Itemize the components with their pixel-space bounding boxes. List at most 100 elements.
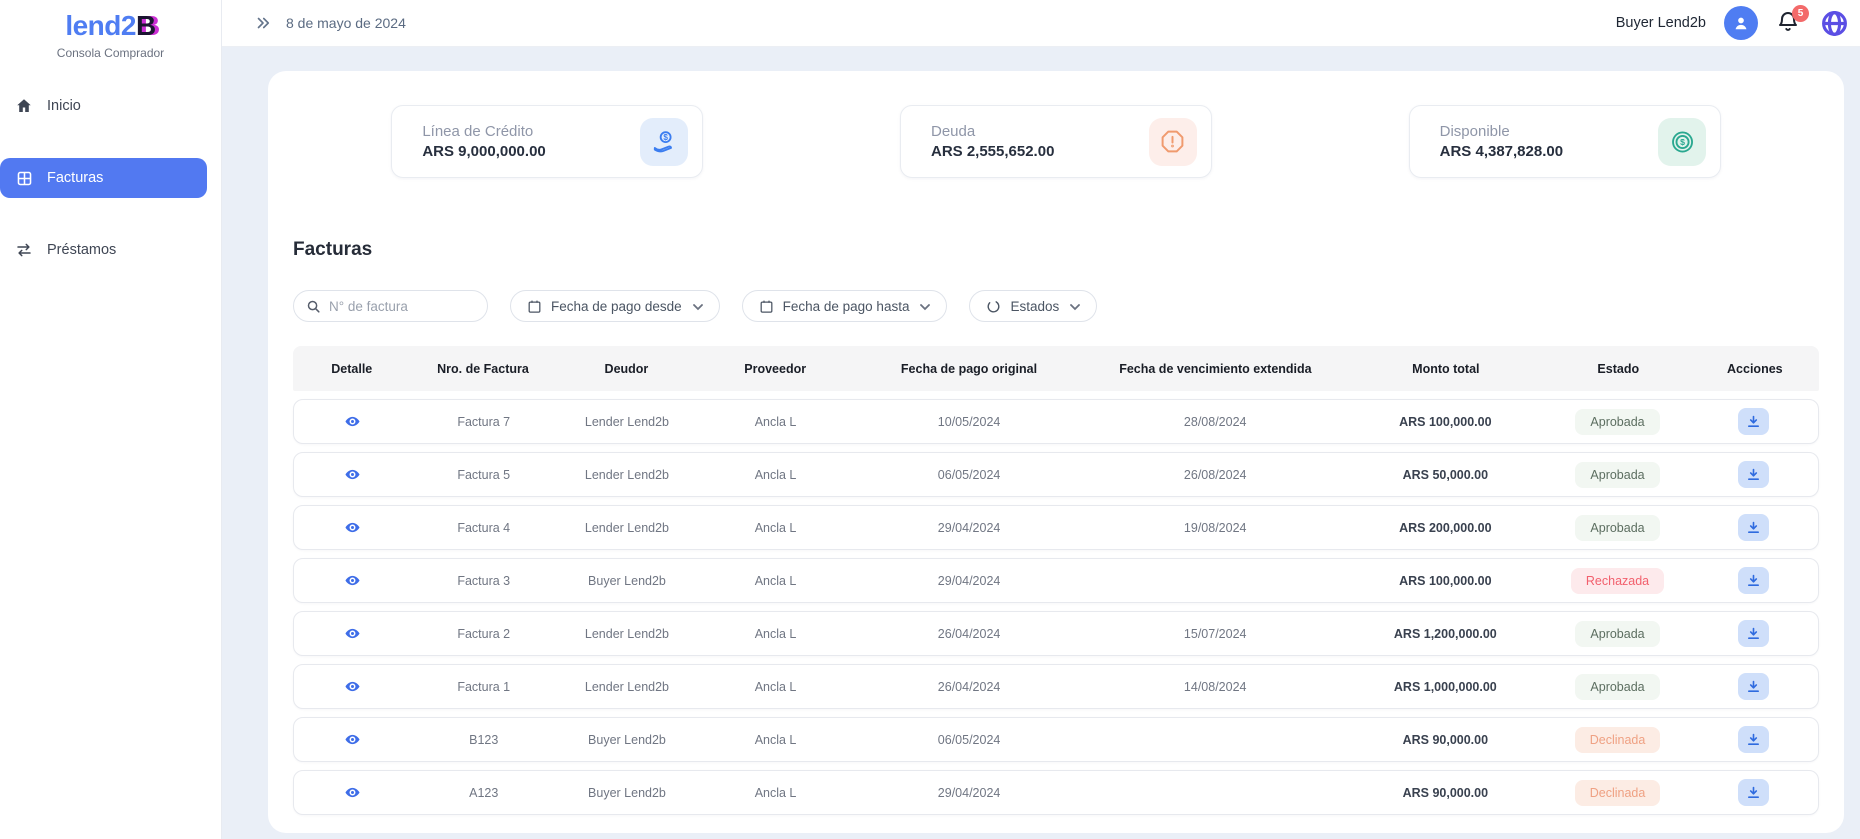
status-badge: Aprobada (1575, 621, 1659, 647)
collapse-chevrons-icon[interactable] (254, 14, 272, 32)
download-button[interactable] (1738, 726, 1769, 753)
view-detail-button[interactable] (344, 784, 361, 801)
download-button[interactable] (1738, 567, 1769, 594)
calendar-icon (759, 299, 774, 314)
debtor-cell: Buyer Lend2b (556, 733, 698, 747)
sidebar-item-label: Préstamos (47, 242, 116, 258)
table-row: A123Buyer Lend2bAncla L29/04/2024ARS 90,… (293, 770, 1819, 815)
download-icon (1746, 573, 1761, 588)
table-row: Factura 3Buyer Lend2bAncla L29/04/2024AR… (293, 558, 1819, 603)
provider-cell: Ancla L (698, 521, 853, 535)
avatar-icon[interactable] (1724, 6, 1758, 40)
main-area: 8 de mayo de 2024 Buyer Lend2b 5 Línea d… (222, 0, 1860, 839)
stat-value: ARS 2,555,652.00 (931, 143, 1149, 160)
chevron-down-icon (693, 299, 703, 314)
download-button[interactable] (1738, 461, 1769, 488)
sidebar-item-facturas[interactable]: Facturas (0, 158, 207, 198)
date-from-filter[interactable]: Fecha de pago desde (510, 290, 720, 322)
page-title: Facturas (293, 239, 1819, 261)
download-button[interactable] (1738, 620, 1769, 647)
invoice-number: Factura 5 (411, 468, 556, 482)
extended-date-cell: 14/08/2024 (1085, 680, 1346, 694)
provider-cell: Ancla L (698, 786, 853, 800)
view-detail-button[interactable] (344, 678, 361, 695)
invoice-number: Factura 1 (411, 680, 556, 694)
column-header: Fecha de pago original (853, 362, 1085, 376)
summary-cards: Línea de Crédito ARS 9,000,000.00 $ Deud… (293, 105, 1819, 178)
bell-icon[interactable]: 5 (1776, 10, 1802, 36)
notification-badge: 5 (1792, 5, 1809, 22)
original-date-cell: 26/04/2024 (853, 680, 1085, 694)
stat-label: Disponible (1440, 123, 1658, 140)
invoice-number: Factura 2 (411, 627, 556, 641)
sidebar-nav: Inicio Facturas Préstamos (0, 86, 221, 270)
download-icon (1746, 414, 1761, 429)
extended-date-cell: 19/08/2024 (1085, 521, 1346, 535)
column-header: Fecha de vencimiento extendida (1085, 362, 1346, 376)
download-button[interactable] (1738, 408, 1769, 435)
view-detail-button[interactable] (344, 519, 361, 536)
download-button[interactable] (1738, 514, 1769, 541)
invoice-number: Factura 4 (411, 521, 556, 535)
amount-cell: ARS 100,000.00 (1346, 415, 1546, 429)
status-badge: Aprobada (1575, 462, 1659, 488)
debt-card: Deuda ARS 2,555,652.00 (900, 105, 1212, 178)
sidebar-item-inicio[interactable]: Inicio (0, 86, 207, 126)
original-date-cell: 26/04/2024 (853, 627, 1085, 641)
amount-cell: ARS 50,000.00 (1346, 468, 1546, 482)
view-detail-button[interactable] (344, 466, 361, 483)
eye-icon (344, 625, 361, 642)
amount-cell: ARS 1,000,000.00 (1346, 680, 1546, 694)
eye-icon (344, 784, 361, 801)
debtor-cell: Lender Lend2b (556, 627, 698, 641)
globe-icon[interactable] (1820, 8, 1850, 38)
original-date-cell: 06/05/2024 (853, 468, 1085, 482)
original-date-cell: 29/04/2024 (853, 786, 1085, 800)
date-to-filter[interactable]: Fecha de pago hasta (742, 290, 948, 322)
user-name: Buyer Lend2b (1616, 15, 1706, 31)
view-detail-button[interactable] (344, 625, 361, 642)
column-header: Nro. de Factura (411, 362, 556, 376)
filter-label: Estados (1010, 299, 1059, 314)
table-row: Factura 2Lender Lend2bAncla L26/04/20241… (293, 611, 1819, 656)
status-badge: Aprobada (1575, 409, 1659, 435)
extended-date-cell: 28/08/2024 (1085, 415, 1346, 429)
debtor-cell: Lender Lend2b (556, 415, 698, 429)
sidebar-item-prestamos[interactable]: Préstamos (0, 230, 207, 270)
original-date-cell: 29/04/2024 (853, 521, 1085, 535)
states-filter[interactable]: Estados (969, 290, 1097, 322)
eye-icon (344, 678, 361, 695)
view-detail-button[interactable] (344, 731, 361, 748)
provider-cell: Ancla L (698, 627, 853, 641)
extended-date-cell: 26/08/2024 (1085, 468, 1346, 482)
status-badge: Aprobada (1575, 674, 1659, 700)
filter-bar: Fecha de pago desde Fecha de pago hasta (293, 290, 1819, 322)
sidebar-item-label: Facturas (47, 170, 103, 186)
debtor-cell: Buyer Lend2b (556, 574, 698, 588)
eye-icon (344, 572, 361, 589)
view-detail-button[interactable] (344, 413, 361, 430)
status-badge: Rechazada (1571, 568, 1664, 594)
console-subtitle: Consola Comprador (0, 46, 221, 60)
provider-cell: Ancla L (698, 733, 853, 747)
column-header: Estado (1546, 362, 1691, 376)
stat-label: Deuda (931, 123, 1149, 140)
sidebar-item-label: Inicio (47, 98, 81, 114)
amount-cell: ARS 200,000.00 (1346, 521, 1546, 535)
download-button[interactable] (1738, 673, 1769, 700)
status-badge: Declinada (1575, 780, 1661, 806)
view-detail-button[interactable] (344, 572, 361, 589)
download-icon (1746, 732, 1761, 747)
search-input[interactable] (329, 299, 475, 314)
column-header: Detalle (293, 362, 411, 376)
download-button[interactable] (1738, 779, 1769, 806)
column-header: Monto total (1346, 362, 1546, 376)
topbar: 8 de mayo de 2024 Buyer Lend2b 5 (222, 0, 1860, 47)
column-header: Acciones (1691, 362, 1819, 376)
content-background: Línea de Crédito ARS 9,000,000.00 $ Deud… (222, 47, 1860, 839)
invoice-number: Factura 3 (411, 574, 556, 588)
eye-icon (344, 731, 361, 748)
provider-cell: Ancla L (698, 415, 853, 429)
eye-icon (344, 466, 361, 483)
download-icon (1746, 467, 1761, 482)
